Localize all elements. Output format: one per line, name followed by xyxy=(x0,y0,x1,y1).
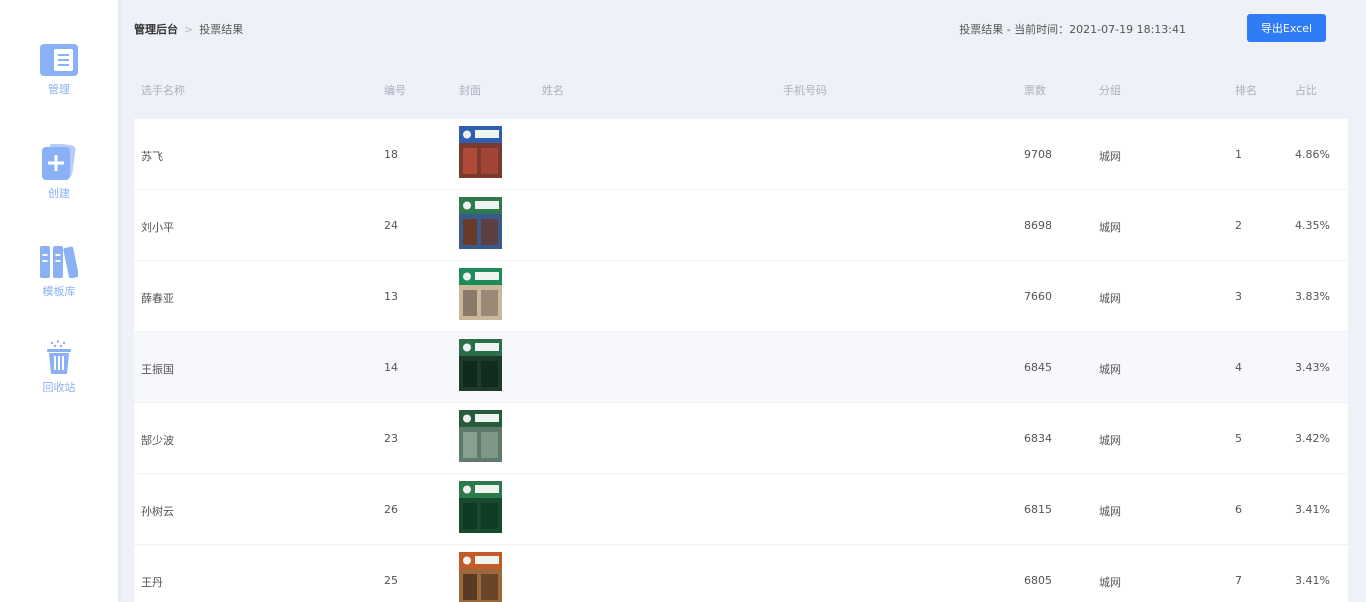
vote-ratio: 4.86% xyxy=(1295,148,1330,161)
cover-image[interactable] xyxy=(459,126,502,178)
status-text: 投票结果 - 当前时间：2021-07-19 18:13:41 xyxy=(959,23,1186,36)
player-name: 王丹 xyxy=(141,576,163,589)
rank-value: 6 xyxy=(1235,503,1242,516)
sidebar-item-label: 管理 xyxy=(48,83,70,96)
export-excel-button[interactable]: 导出Excel xyxy=(1247,14,1326,42)
player-number: 25 xyxy=(384,574,398,587)
player-name: 苏飞 xyxy=(141,150,163,163)
sidebar-item-manage[interactable]: 管理 xyxy=(0,44,118,97)
table-row[interactable]: 苏飞 18 9708 城网 1 4.86% xyxy=(134,119,1348,190)
sidebar-item-templates[interactable]: 模板库 xyxy=(0,246,118,299)
vote-count: 7660 xyxy=(1024,290,1052,303)
rank-value: 1 xyxy=(1235,148,1242,161)
sidebar-item-label: 模板库 xyxy=(42,285,76,298)
document-list-icon xyxy=(40,44,78,76)
vote-ratio: 3.41% xyxy=(1295,574,1330,587)
player-name: 薛春亚 xyxy=(141,292,174,305)
vote-ratio: 4.35% xyxy=(1295,219,1330,232)
rank-value: 3 xyxy=(1235,290,1242,303)
cover-image[interactable] xyxy=(459,339,502,391)
sidebar: 管理 创建 模板库 回收站 xyxy=(0,0,118,602)
breadcrumb-separator: > xyxy=(184,23,194,36)
cover-image[interactable] xyxy=(459,481,502,533)
group-name: 城网 xyxy=(1099,221,1121,234)
table-row[interactable]: 刘小平 24 8698 城网 2 4.35% xyxy=(134,190,1348,261)
vote-count: 9708 xyxy=(1024,148,1052,161)
group-name: 城网 xyxy=(1099,434,1121,447)
group-name: 城网 xyxy=(1099,150,1121,163)
vote-count: 6834 xyxy=(1024,432,1052,445)
column-header-rank: 排名 xyxy=(1235,84,1257,97)
sidebar-item-recycle-bin[interactable]: 回收站 xyxy=(0,340,118,395)
table-row[interactable]: 王丹 25 6805 城网 7 3.41% xyxy=(134,545,1348,602)
player-number: 26 xyxy=(384,503,398,516)
player-name: 郜少波 xyxy=(141,434,174,447)
vote-count: 8698 xyxy=(1024,219,1052,232)
rank-value: 2 xyxy=(1235,219,1242,232)
rank-value: 7 xyxy=(1235,574,1242,587)
cover-image[interactable] xyxy=(459,552,502,602)
table-row[interactable]: 孙树云 26 6815 城网 6 3.41% xyxy=(134,474,1348,545)
sidebar-item-label: 回收站 xyxy=(42,381,76,394)
vote-count: 6815 xyxy=(1024,503,1052,516)
group-name: 城网 xyxy=(1099,292,1121,305)
table-row[interactable]: 郜少波 23 6834 城网 5 3.42% xyxy=(134,403,1348,474)
vote-ratio: 3.41% xyxy=(1295,503,1330,516)
table-row[interactable]: 薛春亚 13 7660 城网 3 3.83% xyxy=(134,261,1348,332)
column-header-phone: 手机号码 xyxy=(783,84,827,97)
table-row[interactable]: 王振国 14 6845 城网 4 3.43% xyxy=(134,332,1348,403)
results-table: 选手名称 编号 封面 姓名 手机号码 票数 分组 排名 占比 苏飞 18 9708 城… xyxy=(134,59,1348,602)
breadcrumb-root[interactable]: 管理后台 xyxy=(134,23,178,36)
column-header-ratio: 占比 xyxy=(1295,84,1317,97)
top-bar: 管理后台 > 投票结果 投票结果 - 当前时间：2021-07-19 18:13:4… xyxy=(118,0,1366,58)
trash-icon xyxy=(47,340,71,374)
column-header-fullname: 姓名 xyxy=(542,84,564,97)
rank-value: 5 xyxy=(1235,432,1242,445)
group-name: 城网 xyxy=(1099,505,1121,518)
vote-ratio: 3.42% xyxy=(1295,432,1330,445)
player-number: 24 xyxy=(384,219,398,232)
table-body: 苏飞 18 9708 城网 1 4.86% 刘小平 24 8698 城网 2 4.35% 薛春亚 13 76… xyxy=(134,119,1348,602)
player-number: 13 xyxy=(384,290,398,303)
player-number: 14 xyxy=(384,361,398,374)
add-card-icon xyxy=(42,144,76,180)
column-header-votes: 票数 xyxy=(1024,84,1046,97)
player-number: 18 xyxy=(384,148,398,161)
vote-ratio: 3.43% xyxy=(1295,361,1330,374)
library-icon xyxy=(40,246,78,278)
vote-ratio: 3.83% xyxy=(1295,290,1330,303)
breadcrumb: 管理后台 > 投票结果 xyxy=(134,21,243,37)
player-number: 23 xyxy=(384,432,398,445)
player-name: 王振国 xyxy=(141,363,174,376)
column-header-number: 编号 xyxy=(384,84,406,97)
vote-count: 6845 xyxy=(1024,361,1052,374)
vote-count: 6805 xyxy=(1024,574,1052,587)
column-header-group: 分组 xyxy=(1099,84,1121,97)
rank-value: 4 xyxy=(1235,361,1242,374)
player-name: 刘小平 xyxy=(141,221,174,234)
cover-image[interactable] xyxy=(459,197,502,249)
breadcrumb-current: 投票结果 xyxy=(199,23,244,36)
cover-image[interactable] xyxy=(459,268,502,320)
cover-image[interactable] xyxy=(459,410,502,462)
group-name: 城网 xyxy=(1099,363,1121,376)
column-header-cover: 封面 xyxy=(459,84,481,97)
sidebar-item-label: 创建 xyxy=(48,187,70,200)
table-header: 选手名称 编号 封面 姓名 手机号码 票数 分组 排名 占比 xyxy=(134,59,1348,119)
player-name: 孙树云 xyxy=(141,505,174,518)
sidebar-item-create[interactable]: 创建 xyxy=(0,144,118,201)
column-header-name: 选手名称 xyxy=(141,84,185,97)
group-name: 城网 xyxy=(1099,576,1121,589)
